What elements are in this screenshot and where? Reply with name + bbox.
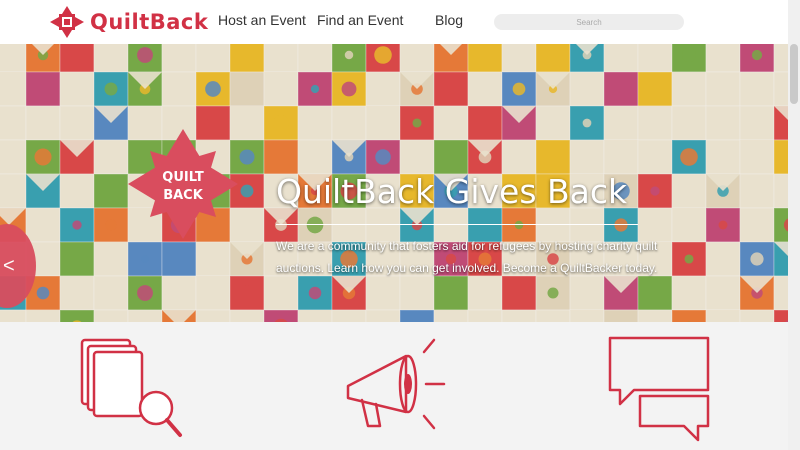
hero-description: We are a community that fosters aid for … xyxy=(276,239,658,275)
logo-text: QuiltBack xyxy=(90,10,209,34)
catalog-search-icon[interactable] xyxy=(76,334,186,444)
site-logo[interactable]: QuiltBack xyxy=(50,6,208,38)
chat-bubbles-icon[interactable] xyxy=(604,334,716,444)
site-header: QuiltBack Host an Event Find an Event Bl… xyxy=(0,0,800,44)
nav-blog[interactable]: Blog xyxy=(435,12,463,28)
hero-title: QuiltBack Gives Back xyxy=(276,172,628,211)
badge-text-quilt: QUILT xyxy=(162,170,204,185)
hero-divider xyxy=(276,224,638,225)
megaphone-icon[interactable] xyxy=(340,334,452,444)
scrollbar-thumb[interactable] xyxy=(790,44,798,104)
page-scrollbar[interactable] xyxy=(788,0,800,450)
chevron-left-icon: < xyxy=(3,255,15,277)
quiltback-badge-logo: QUILT BACK xyxy=(128,129,238,239)
nav-host-an-event[interactable]: Host an Event xyxy=(218,12,306,28)
features-section xyxy=(0,322,788,450)
search-input[interactable] xyxy=(494,14,684,30)
quilt-logo-icon xyxy=(50,6,84,38)
nav-find-an-event[interactable]: Find an Event xyxy=(317,12,403,28)
hero-banner: QUILT BACK QuiltBack Gives Back We are a… xyxy=(0,44,788,322)
badge-text-back: BACK xyxy=(163,188,204,203)
